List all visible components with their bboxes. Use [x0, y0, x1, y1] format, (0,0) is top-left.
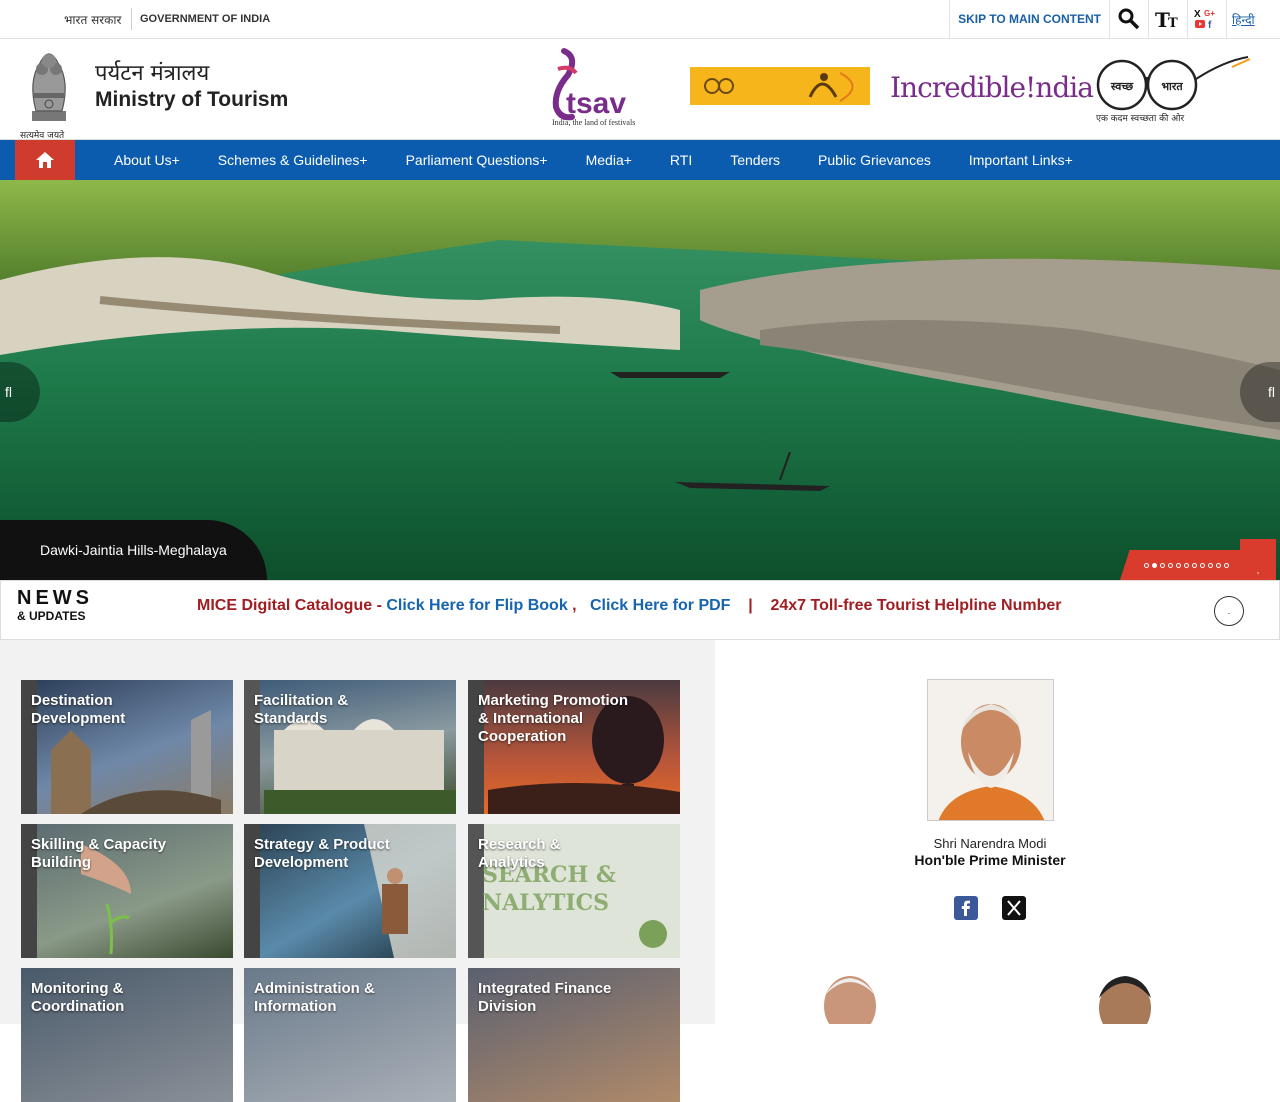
top-bar: भारत सरकार GOVERNMENT OF INDIA SKIP TO M… — [0, 0, 1280, 39]
slider-dot[interactable] — [1207, 562, 1213, 568]
ticker-separator: , — [567, 597, 590, 614]
home-button[interactable] — [15, 140, 75, 180]
tile-label: Research & Analytics — [478, 836, 561, 871]
skip-to-main-content-link[interactable]: SKIP TO MAIN CONTENT — [949, 0, 1109, 38]
gov-hindi-label: भारत सरकार — [64, 13, 122, 27]
ministry-title-hindi: पर्यटन मंत्रालय — [95, 61, 210, 86]
slider-dot[interactable] — [1167, 562, 1173, 568]
utsav-logo[interactable]: tsav India, the land of festivals — [546, 47, 650, 127]
leader-title: Hon'ble Prime Minister — [914, 852, 1066, 868]
slider-dot[interactable] — [1143, 562, 1149, 568]
tile-research-analytics[interactable]: SEARCH & NALYTICS Research & Analytics — [468, 824, 680, 958]
tile-label: Marketing Promotion & International Coop… — [478, 692, 629, 745]
tile-skilling-capacity-building[interactable]: Skilling & Capacity Building — [21, 824, 233, 958]
svg-text:X: X — [1194, 9, 1201, 20]
slider-dot[interactable] — [1175, 562, 1181, 568]
tile-label: Skilling & Capacity Building — [31, 836, 167, 871]
nav-public-grievances[interactable]: Public Grievances — [799, 152, 950, 168]
tile-label: Monitoring & Coordination — [31, 980, 125, 1015]
minister-photo[interactable] — [810, 970, 890, 1024]
svg-text:T: T — [1168, 16, 1178, 29]
tile-label: Strategy & Product Development — [254, 836, 390, 871]
swachh-text: स्वच्छ — [1110, 80, 1134, 93]
pdf-link[interactable]: Click Here for PDF — [590, 597, 730, 614]
azadi-ka-amrit-mahotsav-logo[interactable] — [690, 67, 870, 105]
utsav-tagline: India, the land of festivals — [552, 118, 635, 127]
tile-monitoring-coordination[interactable]: Monitoring & Coordination — [21, 968, 233, 1102]
ticker-title: MICE Digital Catalogue - — [197, 597, 387, 614]
tile-label: Facilitation & Standards — [254, 692, 349, 727]
utsav-logo-text: tsav — [566, 87, 626, 120]
ticker-separator: | — [730, 597, 771, 614]
nav-about-us[interactable]: About Us+ — [95, 152, 199, 168]
tile-administration-information[interactable]: Administration & Information — [244, 968, 456, 1102]
nav-important-links[interactable]: Important Links+ — [950, 152, 1092, 168]
nav-media[interactable]: Media+ — [567, 152, 651, 168]
tile-label: Administration & Information — [254, 980, 375, 1015]
ticker-pause-button[interactable]: . — [1214, 596, 1244, 626]
site-header: सत्यमेव जयते पर्यटन मंत्रालय Ministry of… — [0, 39, 1280, 141]
national-emblem-icon[interactable] — [18, 41, 80, 139]
x-twitter-icon[interactable] — [1002, 896, 1026, 920]
svg-text:f: f — [1208, 20, 1212, 31]
tile-integrated-finance-division[interactable]: Integrated Finance Division — [468, 968, 680, 1102]
nav-rti[interactable]: RTI — [651, 152, 711, 168]
slider-dot[interactable] — [1215, 562, 1221, 568]
slide-caption: Dawki-Jaintia Hills-Meghalaya — [0, 520, 267, 580]
hindi-language-link[interactable]: हिन्दी — [1226, 0, 1280, 38]
hero-slider: Dawki-Jaintia Hills-Meghalaya fl fl ‚ — [0, 180, 1280, 580]
ministry-title[interactable]: Ministry of Tourism — [95, 88, 288, 112]
tile-strategy-product-development[interactable]: Strategy & Product Development — [244, 824, 456, 958]
tile-destination-development[interactable]: Destination Development — [21, 680, 233, 814]
tile-facilitation-standards[interactable]: Facilitation & Standards — [244, 680, 456, 814]
slider-play-button[interactable]: ‚ — [1240, 539, 1276, 580]
slider-dot[interactable] — [1191, 562, 1197, 568]
gov-english-label: GOVERNMENT OF INDIA — [140, 13, 271, 25]
prime-minister-photo[interactable] — [927, 679, 1054, 821]
svg-text:G+: G+ — [1204, 9, 1215, 18]
nav-schemes-guidelines[interactable]: Schemes & Guidelines+ — [199, 152, 387, 168]
slider-pagination — [1120, 550, 1240, 580]
social-media-icon[interactable]: X G+ f — [1187, 0, 1226, 38]
svg-text:NALYTICS: NALYTICS — [482, 890, 609, 916]
bharat-text: भारत — [1161, 80, 1183, 93]
nav-parliament-questions[interactable]: Parliament Questions+ — [387, 152, 567, 168]
nav-tenders[interactable]: Tenders — [711, 152, 799, 168]
main-navigation: About Us+ Schemes & Guidelines+ Parliame… — [0, 140, 1280, 180]
divider — [131, 8, 132, 30]
news-subheading: & UPDATES — [17, 609, 86, 623]
swachh-tagline: एक कदम स्वच्छता की ओर — [1096, 112, 1184, 124]
slider-dot[interactable] — [1151, 562, 1157, 568]
news-heading: NEWS — [17, 587, 93, 609]
facebook-icon[interactable] — [954, 896, 978, 920]
news-ticker: NEWS & UPDATES MICE Digital Catalogue - … — [0, 580, 1280, 640]
home-icon — [36, 152, 54, 168]
leader-name: Shri Narendra Modi — [933, 836, 1047, 851]
slider-dot[interactable] — [1223, 562, 1229, 568]
swachh-bharat-logo[interactable]: स्वच्छ भारत एक कदम स्वच्छता की ओर — [1094, 51, 1252, 125]
helpline-item[interactable]: 24x7 Toll-free Tourist Helpline Number — [770, 597, 1061, 614]
text-size-icon[interactable]: TT — [1148, 0, 1187, 38]
incredible-india-logo[interactable]: Incredible!ndia — [890, 71, 1094, 104]
tile-label: Integrated Finance Division — [478, 980, 612, 1015]
tile-marketing-promotion[interactable]: Marketing Promotion & International Coop… — [468, 680, 680, 814]
search-icon[interactable] — [1109, 0, 1148, 38]
tile-label: Destination Development — [31, 692, 126, 727]
minister-of-state-photo[interactable] — [1085, 970, 1165, 1024]
slider-dot[interactable] — [1199, 562, 1205, 568]
slider-dot[interactable] — [1159, 562, 1165, 568]
slider-dot[interactable] — [1183, 562, 1189, 568]
flip-book-link[interactable]: Click Here for Flip Book — [386, 597, 567, 614]
ticker-content: MICE Digital Catalogue - Click Here for … — [197, 597, 1063, 615]
